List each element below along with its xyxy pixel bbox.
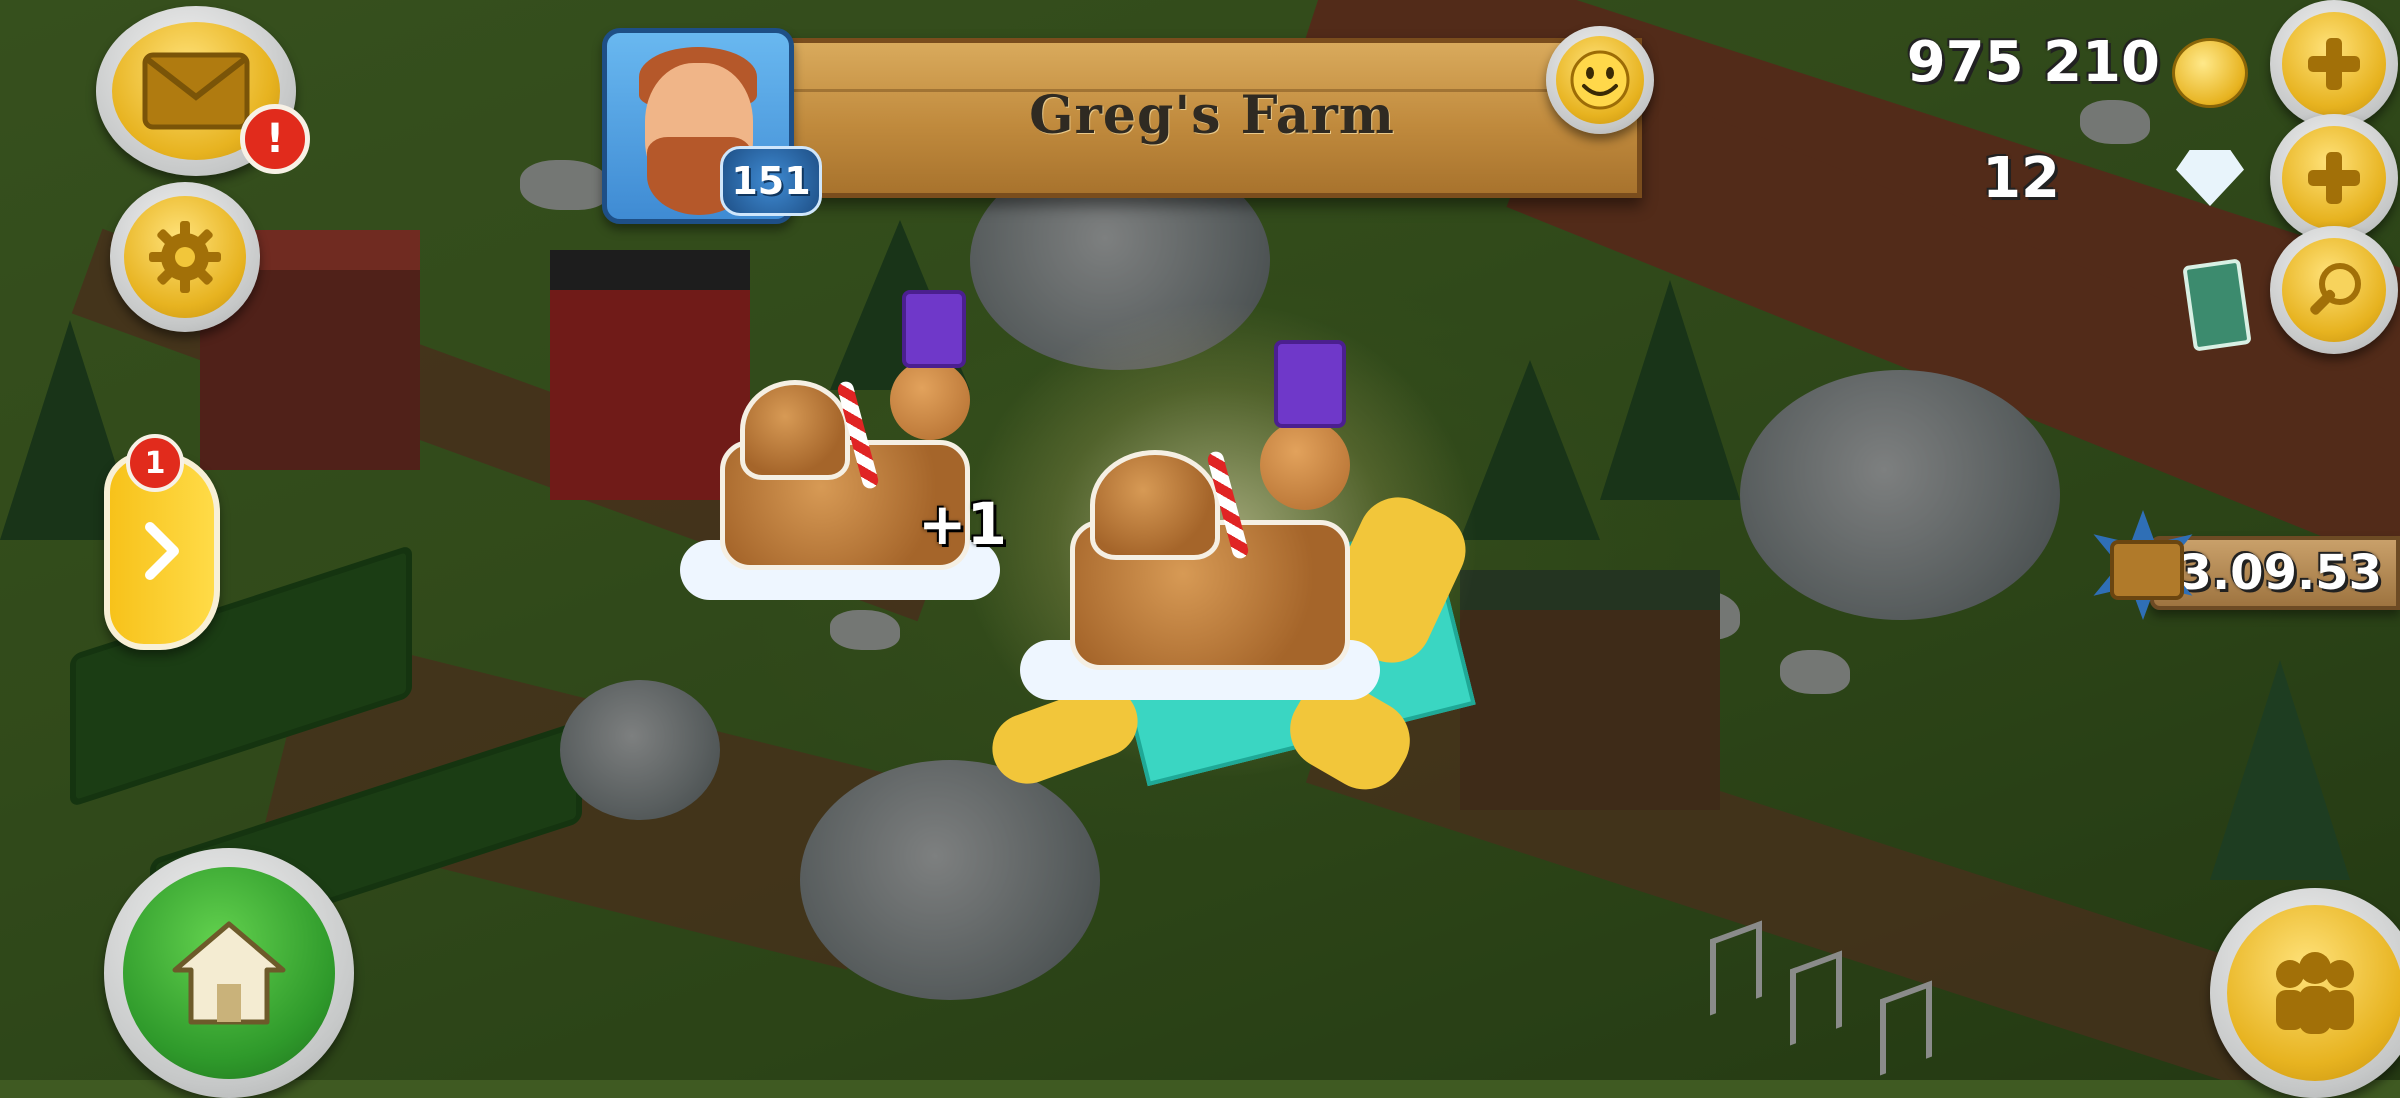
player-level-badge: 151	[720, 146, 822, 216]
event-timer-panel[interactable]: 23.09.53	[2145, 536, 2400, 610]
gear-icon	[149, 221, 221, 293]
farm-pass-icon[interactable]	[2182, 258, 2252, 352]
envelope-icon	[142, 52, 250, 130]
reward-amount-label: +1	[918, 490, 1007, 558]
add-coins-button[interactable]	[2270, 0, 2398, 128]
diamonds-counter: 12	[1982, 146, 2060, 211]
farm-name-label: Greg's Farm	[1029, 85, 1395, 146]
home-button[interactable]	[104, 848, 354, 1098]
gingerbread-train-reward	[1020, 340, 1400, 710]
house-icon	[172, 921, 286, 1025]
add-diamonds-button[interactable]	[2270, 114, 2398, 242]
coins-counter: 975 210	[1906, 30, 2160, 95]
farm-name-banner: Greg's Farm	[782, 38, 1642, 198]
settings-button[interactable]	[110, 182, 260, 332]
magnifier-icon	[2310, 263, 2361, 315]
plus-icon	[2308, 38, 2360, 90]
search-button[interactable]	[2270, 226, 2398, 354]
gingerbread-train-icon	[680, 290, 1000, 620]
mail-alert-badge: !	[240, 104, 310, 174]
treasure-chest-icon	[2110, 540, 2184, 600]
people-icon	[2276, 952, 2354, 1034]
smiley-icon	[1570, 50, 1630, 110]
side-panel-badge: 1	[126, 434, 184, 492]
coin-icon	[2172, 38, 2248, 108]
plus-icon	[2308, 152, 2360, 204]
chevron-right-icon	[145, 522, 179, 580]
smiley-button[interactable]	[1546, 26, 1654, 134]
